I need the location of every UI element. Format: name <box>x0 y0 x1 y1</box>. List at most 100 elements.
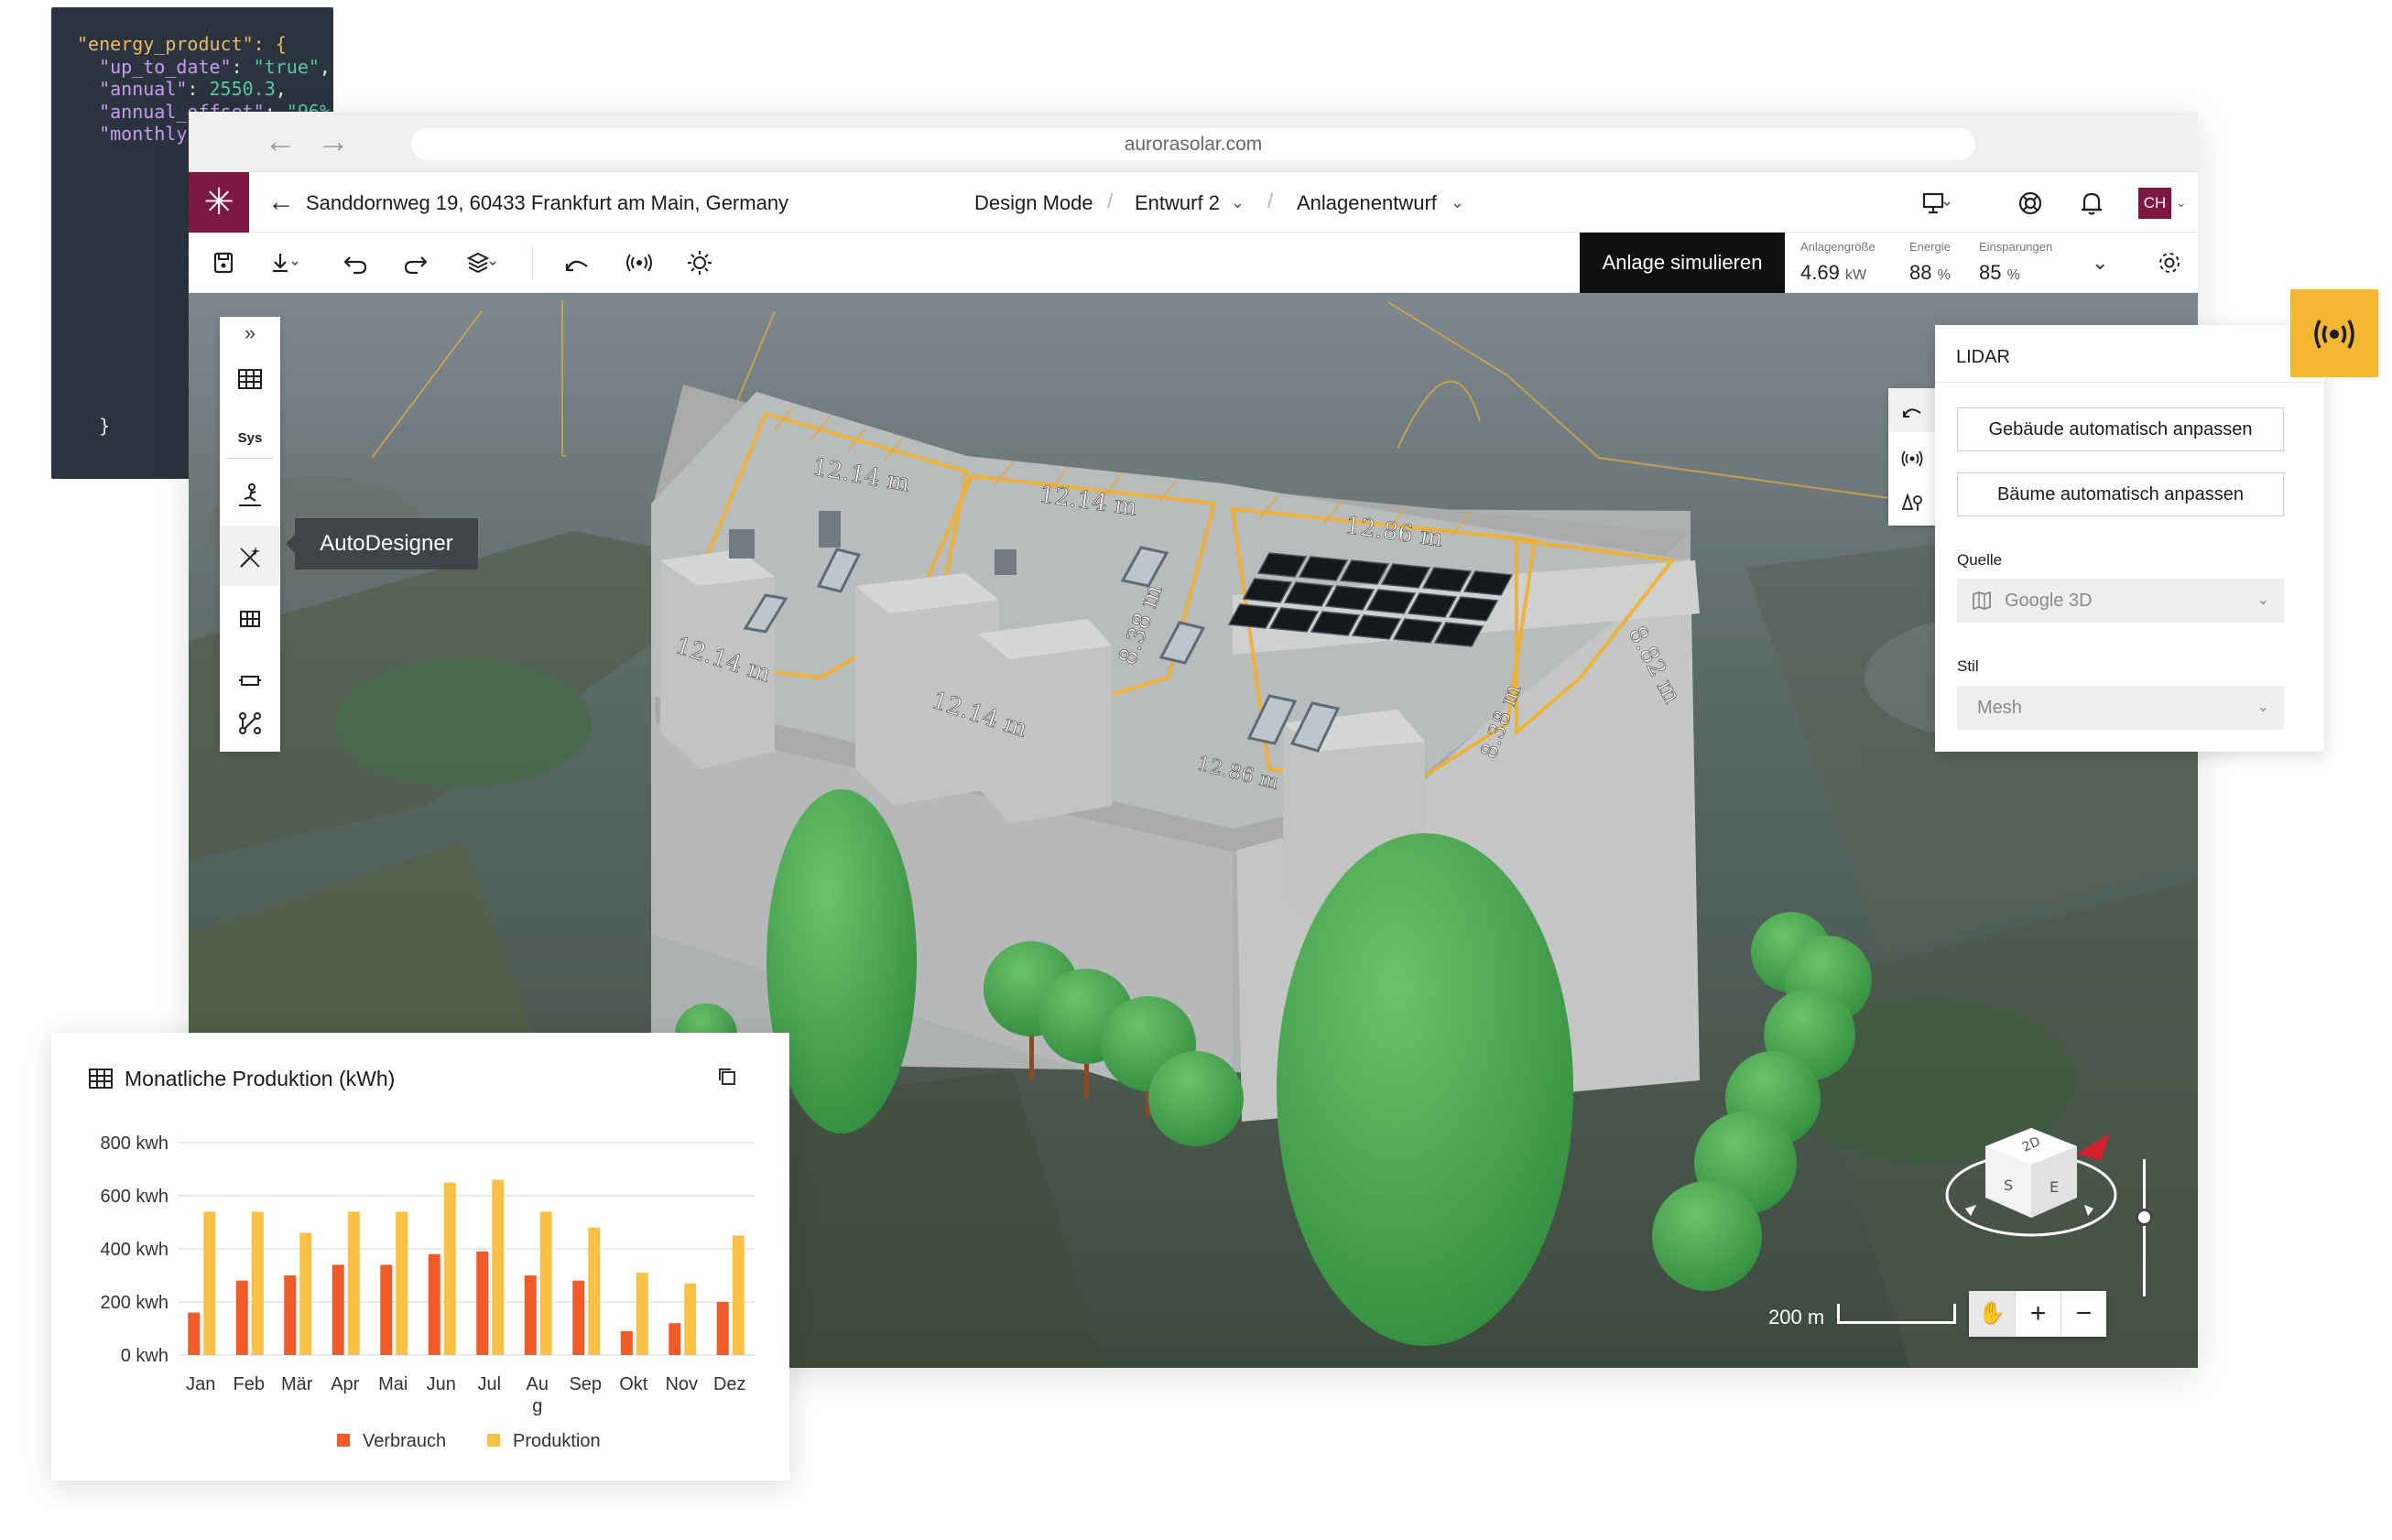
back-nav-icon[interactable]: ← <box>262 125 299 161</box>
bar-verbrauch <box>235 1280 248 1355</box>
save-icon[interactable] <box>207 246 240 279</box>
tilt-slider-handle[interactable] <box>2136 1209 2153 1226</box>
plan-selector[interactable]: Anlagenentwurf <box>1297 190 1437 216</box>
legend-label: Verbrauch <box>363 1431 446 1451</box>
aurora-logo-icon[interactable]: ✳ <box>189 172 249 233</box>
help-lifebuoy-icon[interactable] <box>2014 187 2047 220</box>
layers-icon[interactable] <box>465 246 498 279</box>
breadcrumb-separator: / <box>1107 190 1114 212</box>
source-select[interactable]: Google 3D ⌄ <box>1957 579 2284 623</box>
chevron-down-icon[interactable]: ⌄ <box>1451 187 1464 218</box>
savings-label: Einsparungen <box>1979 240 2053 254</box>
roof-arc-icon[interactable] <box>560 246 593 279</box>
legend-swatch <box>487 1434 500 1447</box>
user-avatar[interactable]: CH <box>2138 188 2171 219</box>
bar-produktion <box>347 1211 360 1355</box>
x-tick-label: Okt <box>619 1374 648 1394</box>
panel-grid-icon[interactable] <box>220 587 280 647</box>
chevron-down-icon[interactable]: ⌄ <box>2257 686 2269 730</box>
tree-tools-icon[interactable] <box>1888 480 1936 524</box>
chevron-down-icon[interactable]: ⌄ <box>2176 187 2187 218</box>
redo-icon[interactable] <box>399 246 432 279</box>
settings-gear-icon[interactable] <box>2153 246 2186 279</box>
place-panels-icon[interactable] <box>220 463 280 524</box>
monitor-icon[interactable] <box>1919 187 1952 220</box>
bar-verbrauch <box>669 1323 681 1355</box>
address-bar[interactable]: aurorasolar.com <box>411 128 1975 160</box>
rail-divider <box>227 458 273 459</box>
x-tick-label: Jun <box>427 1374 456 1394</box>
bar-verbrauch <box>572 1280 585 1355</box>
download-icon[interactable] <box>267 246 300 279</box>
bar-produktion <box>299 1232 312 1355</box>
autodesigner-wand-icon[interactable] <box>220 526 280 586</box>
simulate-system-button[interactable]: Anlage simulieren <box>1580 233 1785 293</box>
legend-label: Produktion <box>513 1431 601 1451</box>
auto-fit-buildings-button[interactable]: Gebäude automatisch anpassen <box>1957 407 2284 451</box>
monthly-production-chart: 0 kwh 200 kwh 400 kwh 600 kwh 800 kwh Jan Feb M… <box>101 1133 755 1451</box>
bar-produktion <box>251 1211 264 1355</box>
lidar-signal-icon[interactable] <box>623 246 656 279</box>
bar-verbrauch <box>476 1251 489 1355</box>
stringing-icon[interactable] <box>220 691 280 752</box>
project-address: Sanddornweg 19, 60433 Frankfurt am Main,… <box>306 191 789 214</box>
bar-verbrauch <box>620 1330 633 1355</box>
y-tick-label: 800 kwh <box>101 1133 169 1154</box>
chevron-down-icon[interactable]: ⌄ <box>1231 187 1245 218</box>
bar-produktion <box>492 1179 505 1355</box>
source-label: Quelle <box>1957 551 2003 569</box>
svg-text:S: S <box>2004 1177 2013 1194</box>
monthly-production-card: Monatliche Produktion (kWh) 0 kwh 200 kwh… <box>51 1033 789 1480</box>
expand-rail-icon[interactable]: » <box>220 317 280 350</box>
bar-produktion <box>684 1283 697 1355</box>
bar-verbrauch <box>716 1302 729 1355</box>
design-toolbar: Anlage simulieren Anlagengröße 4.69 kW E… <box>189 233 2198 293</box>
scale-label: 200 m <box>1768 1306 1825 1329</box>
x-tick-label: Au g <box>527 1374 549 1416</box>
style-select[interactable]: Mesh ⌄ <box>1957 686 2284 730</box>
svg-text:E: E <box>2050 1178 2059 1196</box>
y-tick-label: 0 kwh <box>121 1346 169 1366</box>
tilt-slider-track[interactable] <box>2143 1159 2146 1296</box>
pan-hand-icon[interactable]: ✋ <box>1969 1291 2015 1337</box>
scale-bar <box>1837 1304 1956 1324</box>
lidar-panel-title: LIDAR <box>1956 347 2010 367</box>
bar-produktion <box>588 1227 601 1355</box>
lidar-signal-icon[interactable] <box>1888 436 1936 480</box>
bar-verbrauch <box>284 1275 297 1355</box>
x-tick-label: Dez <box>713 1374 746 1394</box>
table-grid-icon[interactable] <box>220 350 280 405</box>
map-book-icon <box>1972 579 1992 638</box>
design-selector[interactable]: Entwurf 2 <box>1135 190 1220 216</box>
panel-divider <box>1935 382 2324 383</box>
map-controls: ✋ + − <box>1969 1291 2106 1337</box>
notification-bell-icon[interactable] <box>2075 187 2108 220</box>
bar-verbrauch <box>332 1264 344 1355</box>
undo-icon[interactable] <box>339 246 372 279</box>
chevron-down-icon[interactable]: ⌄ <box>2257 579 2269 623</box>
stats-expand-chevron-icon[interactable]: ⌄ <box>2092 247 2108 278</box>
bar-verbrauch <box>188 1312 201 1355</box>
bar-verbrauch <box>428 1253 440 1355</box>
x-tick-label: Jan <box>186 1374 215 1394</box>
x-tick-label: Sep <box>569 1374 602 1394</box>
x-tick-label: Nov <box>665 1374 698 1394</box>
energy-value: 88 % <box>1909 261 1951 284</box>
zoom-in-icon[interactable]: + <box>2015 1291 2060 1337</box>
lidar-signal-badge-icon[interactable] <box>2290 289 2378 377</box>
y-tick-label: 400 kwh <box>101 1240 169 1260</box>
x-tick-label: Feb <box>234 1374 265 1394</box>
sys-section-label: Sys <box>237 430 263 446</box>
design-mode-label[interactable]: Design Mode <box>974 190 1093 216</box>
sun-icon[interactable] <box>683 246 716 279</box>
roof-arc-icon[interactable] <box>1888 388 1936 432</box>
auto-fit-trees-button[interactable]: Bäume automatisch anpassen <box>1957 472 2284 516</box>
breadcrumb-separator: / <box>1267 190 1274 212</box>
forward-nav-icon[interactable]: → <box>315 125 352 161</box>
x-tick-label: Mär <box>281 1374 313 1394</box>
toolbar-divider <box>532 247 533 278</box>
back-arrow-icon[interactable]: ← <box>267 187 295 218</box>
zoom-out-icon[interactable]: − <box>2060 1291 2106 1337</box>
autodesigner-tooltip: AutoDesigner <box>286 518 478 569</box>
x-tick-label: Jul <box>477 1374 501 1394</box>
